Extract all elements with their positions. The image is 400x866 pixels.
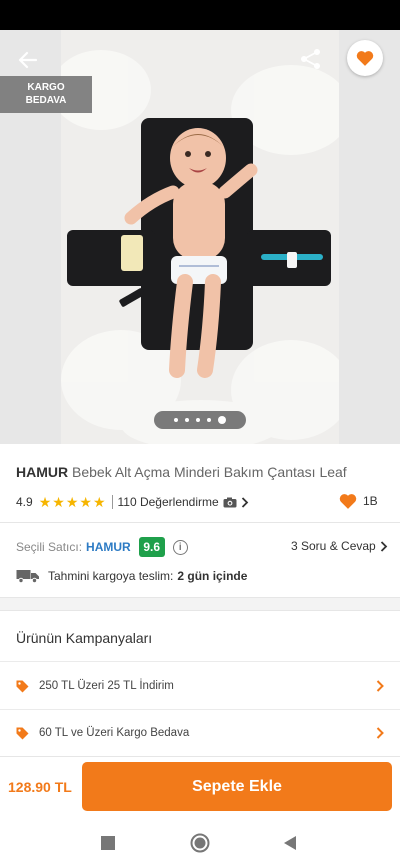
product-title: HAMUR Bebek Alt Açma Minderi Bakım Çanta… [16,464,386,480]
seller-label: Seçili Satıcı: [16,540,83,554]
delivery-value: 2 gün içinde [177,569,248,583]
heart-icon [356,51,374,66]
star-icon: ★ [65,494,79,510]
chevron-right-icon [380,540,387,552]
rating-stars: ★ ★ ★ ★ ★ [39,495,107,509]
chevron-right-icon [376,680,384,692]
star-icon: ★ [38,494,52,510]
star-icon: ★ [52,494,65,510]
delivery-estimate: Tahmini kargoya teslim: 2 gün içinde [16,567,247,585]
reviews-link[interactable]: 110 Değerlendirme [118,495,249,509]
tag-icon [16,680,29,692]
pager-dot[interactable] [207,418,211,422]
chevron-right-icon [241,496,248,508]
arrow-left-icon [18,51,38,69]
info-icon[interactable]: i [172,539,188,555]
delivery-label: Tahmini kargoya teslim: [48,569,174,583]
campaigns-title: Ürünün Kampanyaları [16,630,153,646]
campaign-label: 250 TL Üzeri 25 TL İndirim [39,680,174,692]
pager-dot[interactable] [174,418,178,422]
triangle-back-icon [284,836,296,850]
truck-icon [16,570,39,583]
seller-score-badge: 9.6 [138,537,165,557]
rating-value: 4.9 [16,495,33,509]
star-icon: ★ [79,494,92,510]
pager-dot[interactable] [185,418,189,422]
share-icon [301,49,320,69]
android-nav-bar [0,820,400,866]
campaign-item[interactable]: 250 TL Üzeri 25 TL İndirim [0,663,400,709]
back-nav-button[interactable] [279,832,301,854]
cargo-badge-line1: KARGO [27,82,65,93]
product-photo [61,30,339,444]
square-icon [101,836,115,850]
free-shipping-badge: KARGO BEDAVA [0,76,92,113]
home-button[interactable] [189,832,211,854]
rating-row: 4.9 ★ ★ ★ ★ ★ 110 Değerlendirme [16,494,386,510]
product-price: 128.90 TL [8,779,72,795]
tag-icon [16,727,29,739]
star-icon: ★ [92,494,106,510]
gallery-side-right [339,30,400,444]
recents-button[interactable] [97,832,119,854]
campaign-label: 60 TL ve Üzeri Kargo Bedava [39,727,190,739]
heart-icon [339,494,357,509]
share-button[interactable] [294,42,328,76]
qa-label: 3 Soru & Cevap [291,539,376,553]
circle-icon [190,833,210,853]
divider [0,661,400,662]
product-brand[interactable]: HAMUR [16,464,68,480]
seller-name-link[interactable]: HAMUR [86,540,131,554]
reviews-label: 110 Değerlendirme [117,495,219,509]
favorite-button[interactable] [347,40,383,76]
back-button[interactable] [10,42,46,78]
pager-dot-active[interactable] [218,416,226,424]
pager-dot[interactable] [196,418,200,422]
camera-icon [223,497,237,507]
section-separator [0,597,400,611]
product-name: Bebek Alt Açma Minderi Bakım Çantası Lea… [72,464,347,480]
purchase-bar: 128.90 TL Sepete Ekle [0,756,400,820]
questions-answers-link[interactable]: 3 Soru & Cevap [291,539,388,553]
campaign-item[interactable]: 60 TL ve Üzeri Kargo Bedava [0,710,400,756]
status-bar [0,0,400,30]
add-to-cart-button[interactable]: Sepete Ekle [82,762,392,811]
chevron-right-icon [376,727,384,739]
gallery-pager[interactable] [154,411,246,429]
likes-value: 1B [363,494,378,508]
divider [0,522,400,523]
product-image-gallery[interactable]: KARGO BEDAVA [0,30,400,444]
likes-count[interactable]: 1B [339,493,378,509]
cargo-badge-line2: BEDAVA [25,94,67,106]
rating-separator [111,495,113,509]
